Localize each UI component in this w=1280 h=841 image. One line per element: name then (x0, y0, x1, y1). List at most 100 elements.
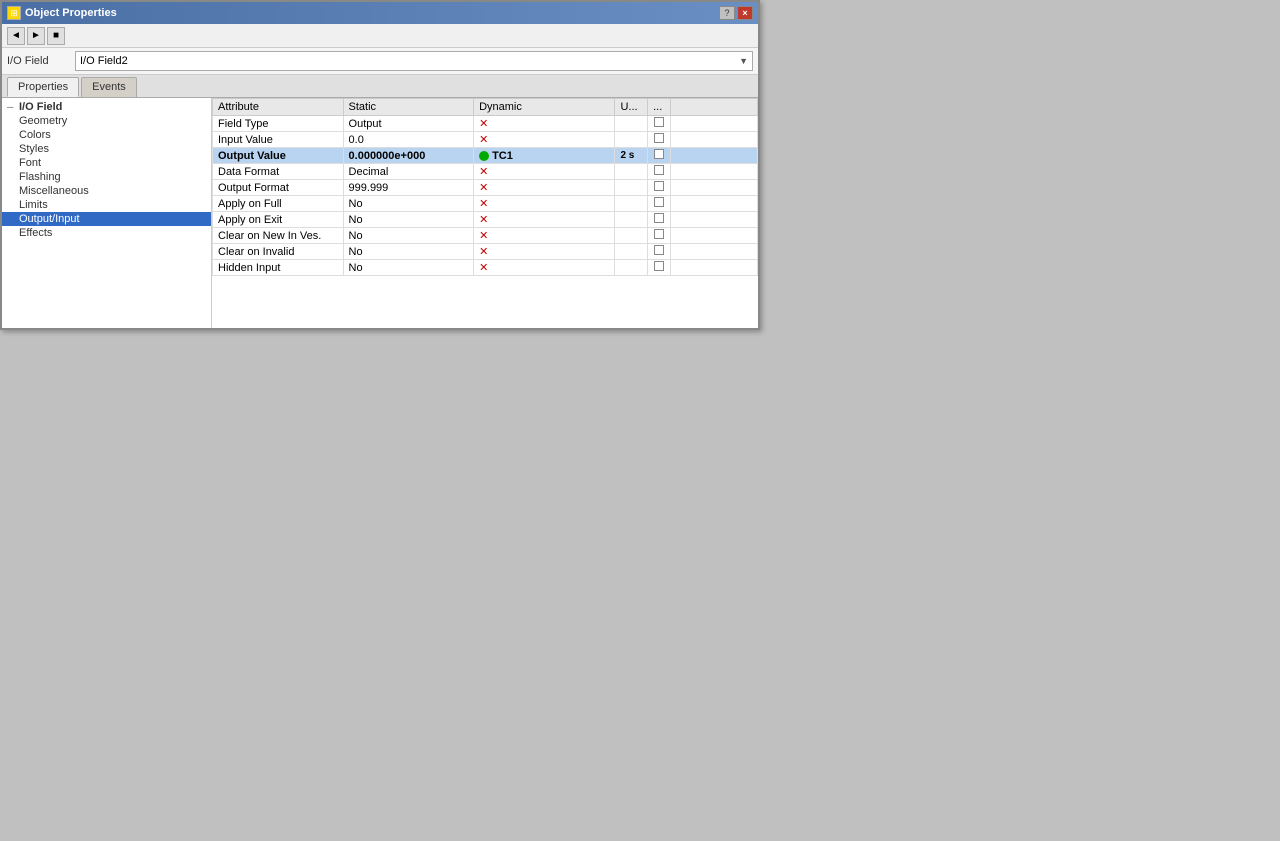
table-row[interactable]: Output Value0.000000e+000TC12 s (213, 148, 758, 164)
table-row[interactable]: Hidden InputNo✕ (213, 260, 758, 276)
cell-static: No (343, 212, 474, 228)
table-row[interactable]: Apply on FullNo✕ (213, 196, 758, 212)
cell-attribute: Output Format (213, 180, 344, 196)
cell-static: No (343, 228, 474, 244)
cell-checkbox[interactable] (648, 196, 671, 212)
dynamic-x-icon: ✕ (479, 230, 491, 242)
toolbar: ◄ ► ■ (2, 24, 758, 48)
cell-dynamic[interactable]: ✕ (474, 228, 615, 244)
checkbox-icon (654, 149, 664, 159)
tree-item-label: Miscellaneous (19, 185, 89, 197)
collapse-icon: ─ (7, 102, 17, 112)
cell-checkbox[interactable] (648, 132, 671, 148)
help-button[interactable]: ? (719, 6, 735, 20)
titlebar: ⊞ Object Properties ? × (2, 2, 758, 24)
dropdown-arrow-icon: ▼ (739, 56, 748, 66)
cell-extra (670, 148, 757, 164)
cell-static: No (343, 196, 474, 212)
cell-extra (670, 212, 757, 228)
cell-extra (670, 180, 757, 196)
tree-item-colors[interactable]: Colors (2, 128, 211, 142)
tree-root-label: I/O Field (19, 101, 62, 113)
table-row[interactable]: Clear on InvalidNo✕ (213, 244, 758, 260)
field-label-left: I/O Field (7, 55, 67, 67)
cell-attribute: Input Value (213, 132, 344, 148)
cell-checkbox[interactable] (648, 244, 671, 260)
cell-dynamic[interactable]: ✕ (474, 212, 615, 228)
main-content: ─ I/O Field Geometry Colors Styles Font (2, 98, 758, 328)
cell-extra (670, 244, 757, 260)
dynamic-x-icon: ✕ (479, 118, 491, 130)
cell-checkbox[interactable] (648, 228, 671, 244)
table-row[interactable]: Data FormatDecimal✕ (213, 164, 758, 180)
tree-item-label: Limits (19, 199, 48, 211)
tree-item-label: Output/Input (19, 213, 80, 225)
dynamic-x-icon: ✕ (479, 134, 491, 146)
property-table: Attribute Static Dynamic U... ... Field … (212, 98, 758, 276)
cell-u (615, 196, 648, 212)
cell-checkbox[interactable] (648, 164, 671, 180)
dynamic-value: TC1 (492, 150, 513, 162)
cell-u (615, 228, 648, 244)
cell-static: 0.000000e+000 (343, 148, 474, 164)
tree-item-output-input[interactable]: Output/Input (2, 212, 211, 226)
tab-properties[interactable]: Properties (7, 77, 79, 97)
tree-item-limits[interactable]: Limits (2, 198, 211, 212)
cell-attribute: Clear on Invalid (213, 244, 344, 260)
cell-dynamic[interactable]: ✕ (474, 260, 615, 276)
table-row[interactable]: Apply on ExitNo✕ (213, 212, 758, 228)
dynamic-x-icon: ✕ (479, 166, 491, 178)
cell-u (615, 212, 648, 228)
checkbox-icon (654, 133, 664, 143)
cell-checkbox[interactable] (648, 148, 671, 164)
cell-dynamic[interactable]: ✕ (474, 180, 615, 196)
object-properties-window: ⊞ Object Properties ? × ◄ ► ■ I/O Field … (0, 0, 760, 330)
tree-item-label: Font (19, 157, 41, 169)
tree-item-styles[interactable]: Styles (2, 142, 211, 156)
dynamic-x-icon: ✕ (479, 246, 491, 258)
tree-item-effects[interactable]: Effects (2, 226, 211, 240)
cell-checkbox[interactable] (648, 116, 671, 132)
table-row[interactable]: Input Value0.0✕ (213, 132, 758, 148)
tree-item-label: Colors (19, 129, 51, 141)
cell-dynamic[interactable]: ✕ (474, 244, 615, 260)
tree-item-font[interactable]: Font (2, 156, 211, 170)
cell-u (615, 132, 648, 148)
window-icon: ⊞ (7, 6, 21, 20)
cell-u (615, 116, 648, 132)
tab-events[interactable]: Events (81, 77, 137, 97)
toolbar-btn-3[interactable]: ■ (47, 27, 65, 45)
close-button[interactable]: × (737, 6, 753, 20)
toolbar-btn-1[interactable]: ◄ (7, 27, 25, 45)
field-selector-dropdown[interactable]: I/O Field2 ▼ (75, 51, 753, 71)
cell-dynamic[interactable]: TC1 (474, 148, 615, 164)
table-row[interactable]: Clear on New In Ves.No ✕ (213, 228, 758, 244)
cell-extra (670, 260, 757, 276)
cell-attribute: Clear on New In Ves. (213, 228, 344, 244)
tree-item-flashing[interactable]: Flashing (2, 170, 211, 184)
cell-attribute: Hidden Input (213, 260, 344, 276)
cell-dynamic[interactable]: ✕ (474, 164, 615, 180)
cell-dynamic[interactable]: ✕ (474, 116, 615, 132)
cell-u (615, 244, 648, 260)
col-header-u: U... (615, 99, 648, 116)
checkbox-icon (654, 181, 664, 191)
cell-checkbox[interactable] (648, 260, 671, 276)
dynamic-x-icon: ✕ (479, 214, 491, 226)
tree-root[interactable]: ─ I/O Field (2, 100, 211, 114)
cell-extra (670, 164, 757, 180)
tree-item-geometry[interactable]: Geometry (2, 114, 211, 128)
titlebar-controls: ? × (719, 6, 753, 20)
window-title: Object Properties (25, 7, 117, 19)
table-row[interactable]: Output Format999.999✕ (213, 180, 758, 196)
tree-item-miscellaneous[interactable]: Miscellaneous (2, 184, 211, 198)
field-selector-value: I/O Field2 (80, 55, 128, 67)
cell-checkbox[interactable] (648, 180, 671, 196)
toolbar-btn-2[interactable]: ► (27, 27, 45, 45)
checkbox-icon (654, 117, 664, 127)
cell-dynamic[interactable]: ✕ (474, 196, 615, 212)
cell-checkbox[interactable] (648, 212, 671, 228)
cell-dynamic[interactable]: ✕ (474, 132, 615, 148)
cell-u (615, 180, 648, 196)
table-row[interactable]: Field TypeOutput✕ (213, 116, 758, 132)
